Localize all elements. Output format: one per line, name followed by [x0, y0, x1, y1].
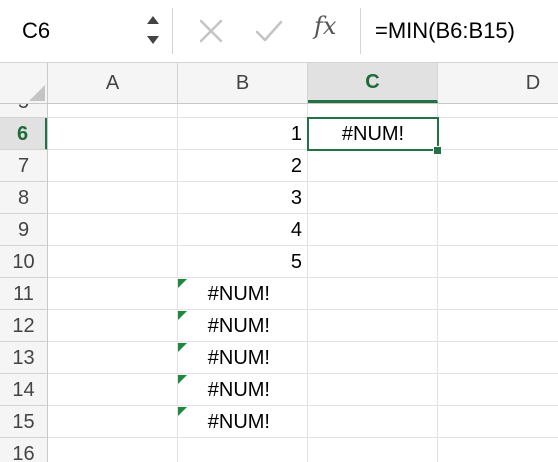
cell-grid[interactable]: 1 2 3 4 5 #NUM! #NUM! #NUM! #NUM! #NUM! …: [48, 104, 558, 462]
cell-b10[interactable]: 5: [178, 246, 308, 278]
enter-icon[interactable]: [252, 14, 286, 48]
row-header-column: 5 6 7 8 9 10 11 12 13 14 15 16: [0, 104, 48, 462]
row-header-8[interactable]: 8: [0, 182, 47, 214]
row-header-9[interactable]: 9: [0, 214, 47, 246]
name-box-value[interactable]: C6: [22, 18, 50, 44]
cell-b6[interactable]: 1: [178, 118, 308, 150]
formula-bar-divider-2: [360, 8, 361, 54]
formula-bar-divider: [172, 8, 173, 54]
column-header-a[interactable]: A: [48, 63, 178, 103]
column-header-b[interactable]: B: [178, 63, 308, 103]
spreadsheet-app: C6 fx =MIN(B6:B15) A B C D 6 7 8 9 10 11…: [0, 0, 558, 462]
cell-b14[interactable]: #NUM!: [178, 374, 278, 406]
cell-b15[interactable]: #NUM!: [178, 406, 278, 438]
row-header-12[interactable]: 12: [0, 310, 47, 342]
row-header-15[interactable]: 15: [0, 406, 47, 438]
grid-line: [48, 373, 558, 374]
row-header-10[interactable]: 10: [0, 246, 47, 278]
column-header-c[interactable]: C: [308, 63, 438, 103]
row-header-13[interactable]: 13: [0, 342, 47, 374]
row-header-14[interactable]: 14: [0, 374, 47, 406]
cell-b11[interactable]: #NUM!: [178, 278, 278, 310]
select-all-triangle-icon: [29, 85, 45, 101]
column-header-d[interactable]: D: [438, 63, 558, 103]
fill-handle[interactable]: [433, 146, 442, 155]
cell-b12[interactable]: #NUM!: [178, 310, 278, 342]
cell-b13[interactable]: #NUM!: [178, 342, 278, 374]
column-header-row: A B C D: [0, 63, 558, 104]
insert-function-icon[interactable]: fx: [314, 12, 336, 40]
select-all-button[interactable]: [0, 63, 48, 103]
row-header-11[interactable]: 11: [0, 278, 47, 310]
formula-bar: C6 fx =MIN(B6:B15): [0, 0, 558, 63]
row-header-5[interactable]: 5: [0, 104, 47, 118]
grid-line: [437, 104, 438, 462]
cell-b8[interactable]: 3: [178, 182, 308, 214]
grid-line: [48, 309, 558, 310]
name-box[interactable]: C6: [0, 0, 170, 62]
name-box-stepper-icon[interactable]: [144, 12, 162, 48]
cell-b7[interactable]: 2: [178, 150, 308, 182]
cancel-icon[interactable]: [194, 14, 228, 48]
cell-c6[interactable]: #NUM!: [308, 118, 438, 150]
row-header-6[interactable]: 6: [0, 118, 47, 150]
row-header-7[interactable]: 7: [0, 150, 47, 182]
grid-line: [48, 437, 558, 438]
row-header-16[interactable]: 16: [0, 438, 47, 462]
grid-line: [48, 405, 558, 406]
grid-line: [48, 341, 558, 342]
cell-b9[interactable]: 4: [178, 214, 308, 246]
formula-input[interactable]: =MIN(B6:B15): [375, 18, 515, 44]
